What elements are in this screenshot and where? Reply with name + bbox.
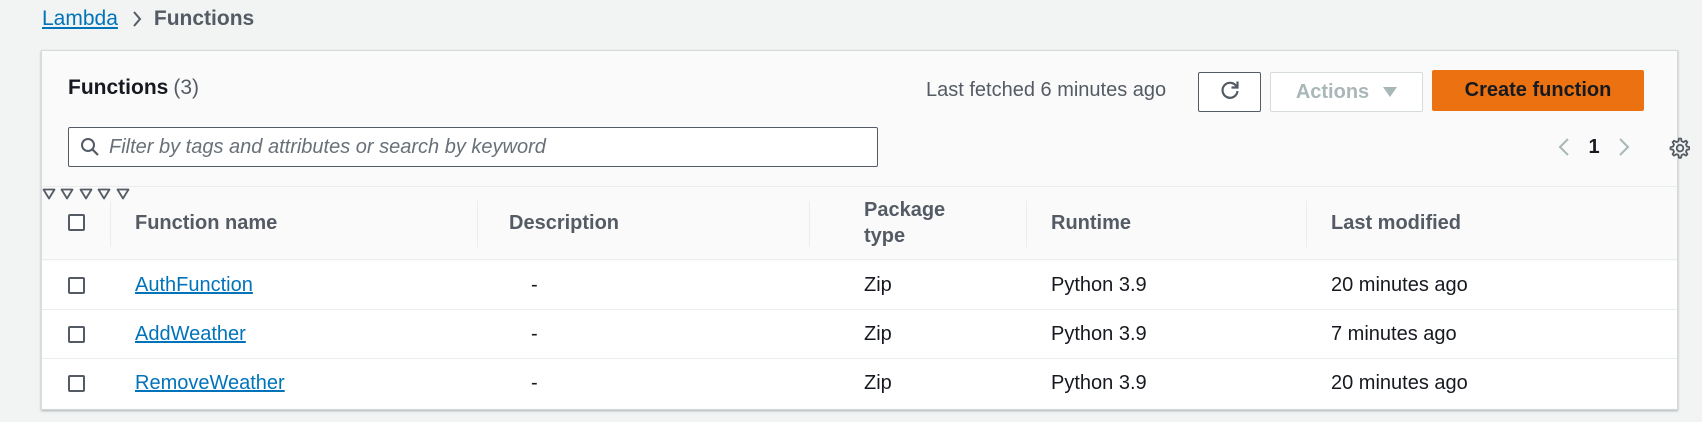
function-name-cell: RemoveWeather [135,359,285,407]
runtime-cell: Python 3.9 [1051,371,1147,394]
functions-panel: Functions (3) Last fetched 6 minutes ago … [41,50,1690,410]
sort-caret-icon[interactable] [60,187,78,204]
sort-caret-icon[interactable] [116,187,130,204]
caret-down-icon [1383,87,1398,97]
column-header-description[interactable]: Description [509,187,619,259]
table-header: Function name Description Package type R… [42,186,1677,260]
description-cell: - [531,322,538,345]
search-icon [79,136,101,158]
package-type-cell: Zip [864,371,892,394]
search-input[interactable] [109,135,877,159]
table-row[interactable]: RemoveWeather - Zip Python 3.9 20 minute… [42,359,1677,408]
last-modified-cell: 7 minutes ago [1331,322,1457,345]
sort-caret-icon[interactable] [79,187,97,204]
panel-title-text: Functions [68,76,169,99]
sort-caret-icon[interactable] [42,187,60,204]
refresh-button[interactable] [1198,72,1261,112]
row-checkbox[interactable] [68,375,85,392]
column-header-last-modified[interactable]: Last modified [1331,187,1461,259]
refresh-icon [1219,79,1241,106]
column-divider [809,201,810,247]
column-header-runtime[interactable]: Runtime [1051,187,1131,259]
row-checkbox[interactable] [68,277,85,294]
function-link[interactable]: RemoveWeather [135,372,285,395]
create-function-button[interactable]: Create function [1432,70,1644,111]
package-type-cell: Zip [864,322,892,345]
actions-dropdown-button[interactable]: Actions [1270,72,1423,112]
function-count: (3) [173,76,199,99]
description-cell: - [531,371,538,394]
last-modified-cell: 20 minutes ago [1331,273,1468,296]
gear-icon[interactable] [1666,135,1692,161]
runtime-cell: Python 3.9 [1051,322,1147,345]
last-fetched-text: Last fetched 6 minutes ago [926,79,1167,101]
sort-caret-icon[interactable] [97,187,115,204]
panel-title: Functions (3) [68,76,199,100]
chevron-right-icon[interactable] [1610,133,1638,161]
breadcrumb-current: Functions [153,7,255,30]
pagination: 1 [1550,133,1638,161]
actions-label: Actions [1295,80,1370,103]
column-divider [1026,201,1027,247]
table-row[interactable]: AuthFunction - Zip Python 3.9 20 minutes… [42,261,1677,310]
column-divider [1306,201,1307,247]
breadcrumb: Lambda Functions [42,6,254,32]
search-field[interactable] [68,127,878,167]
breadcrumb-link-lambda[interactable]: Lambda [42,7,118,31]
description-cell: - [531,273,538,296]
page-number[interactable]: 1 [1578,136,1610,159]
column-header-package-type[interactable]: Package type [864,187,954,259]
function-name-cell: AuthFunction [135,261,253,309]
column-divider [110,201,111,247]
last-modified-cell: 20 minutes ago [1331,371,1468,394]
select-all-checkbox[interactable] [68,214,85,231]
package-type-cell: Zip [864,273,892,296]
function-link[interactable]: AddWeather [135,323,246,346]
column-divider [477,201,478,247]
chevron-left-icon[interactable] [1550,133,1578,161]
function-link[interactable]: AuthFunction [135,274,253,297]
row-checkbox[interactable] [68,326,85,343]
chevron-right-icon [132,11,142,27]
function-name-cell: AddWeather [135,310,246,358]
column-header-function-name[interactable]: Function name [135,187,277,259]
table-row[interactable]: AddWeather - Zip Python 3.9 7 minutes ag… [42,310,1677,359]
runtime-cell: Python 3.9 [1051,273,1147,296]
